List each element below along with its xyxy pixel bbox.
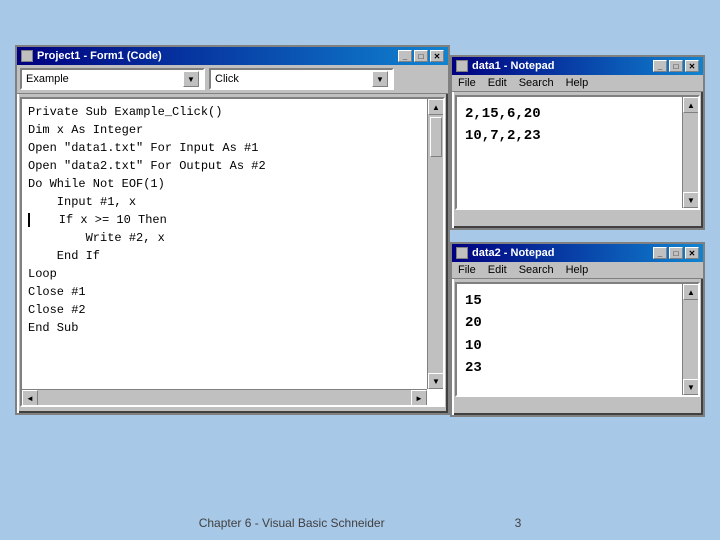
scroll-down-button[interactable]: ▼ [428, 373, 444, 389]
notepad1-maximize-button[interactable]: □ [669, 60, 683, 72]
notepad2-scroll-track [683, 300, 698, 379]
bottom-caption: Chapter 6 - Visual Basic Schneider 3 [0, 516, 720, 530]
notepad2-scrollbar[interactable]: ▲ ▼ [682, 284, 698, 395]
scroll-up-button[interactable]: ▲ [428, 99, 444, 115]
code-content: Private Sub Example_Click() Dim x As Int… [22, 99, 443, 341]
code-vscrollbar[interactable]: ▲ ▼ [427, 99, 443, 389]
notepad2-buttons: _ □ ✕ [653, 247, 699, 259]
notepad1-edit-menu[interactable]: Edit [488, 77, 507, 89]
notepad2-content-area: 15 20 10 23 ▲ ▼ [455, 282, 700, 397]
vb-titlebar: Project1 - Form1 (Code) _ □ ✕ [17, 47, 448, 65]
notepad1-buttons: _ □ ✕ [653, 60, 699, 72]
notepad2-title: data2 - Notepad [472, 247, 555, 259]
notepad2-text: 15 20 10 23 [457, 284, 698, 386]
notepad1-scroll-track [683, 113, 698, 192]
click-dropdown-arrow[interactable]: ▼ [372, 71, 388, 87]
example-dropdown-label: Example [26, 73, 69, 85]
vb-maximize-button[interactable]: □ [414, 50, 428, 62]
notepad2-edit-menu[interactable]: Edit [488, 264, 507, 276]
notepad1-search-menu[interactable]: Search [519, 77, 554, 89]
notepad2-file-menu[interactable]: File [458, 264, 476, 276]
notepad1-window: data1 - Notepad _ □ ✕ File Edit Search H… [450, 55, 705, 230]
titlebar-buttons: _ □ ✕ [398, 50, 444, 62]
vb-code-window: Project1 - Form1 (Code) _ □ ✕ Example ▼ … [15, 45, 450, 415]
notepad2-close-button[interactable]: ✕ [685, 247, 699, 259]
scroll-right-button[interactable]: ► [411, 390, 427, 406]
scroll-thumb[interactable] [430, 117, 442, 157]
caption-page: 3 [515, 516, 522, 530]
notepad2-maximize-button[interactable]: □ [669, 247, 683, 259]
scroll-left-button[interactable]: ◄ [22, 390, 38, 406]
notepad1-file-menu[interactable]: File [458, 77, 476, 89]
vb-close-button[interactable]: ✕ [430, 50, 444, 62]
click-dropdown[interactable]: Click ▼ [209, 68, 394, 90]
titlebar-left: Project1 - Form1 (Code) [21, 50, 162, 62]
notepad1-title: data1 - Notepad [472, 60, 555, 72]
notepad1-close-button[interactable]: ✕ [685, 60, 699, 72]
notepad2-help-menu[interactable]: Help [566, 264, 589, 276]
notepad1-scroll-down[interactable]: ▼ [683, 192, 699, 208]
vb-window-icon [21, 50, 33, 62]
notepad1-menubar: File Edit Search Help [452, 75, 703, 92]
example-dropdown[interactable]: Example ▼ [20, 68, 205, 90]
notepad1-minimize-button[interactable]: _ [653, 60, 667, 72]
vb-minimize-button[interactable]: _ [398, 50, 412, 62]
vb-title: Project1 - Form1 (Code) [37, 50, 162, 62]
caption-text: Chapter 6 - Visual Basic Schneider [199, 516, 385, 530]
notepad1-titlebar-left: data1 - Notepad [456, 60, 555, 72]
notepad2-minimize-button[interactable]: _ [653, 247, 667, 259]
click-dropdown-label: Click [215, 73, 239, 85]
notepad1-text: 2,15,6,20 10,7,2,23 [457, 97, 698, 154]
notepad2-titlebar-left: data2 - Notepad [456, 247, 555, 259]
vb-toolbar: Example ▼ Click ▼ [17, 65, 448, 94]
code-area: Private Sub Example_Click() Dim x As Int… [20, 97, 445, 407]
notepad2-scroll-down[interactable]: ▼ [683, 379, 699, 395]
example-dropdown-arrow[interactable]: ▼ [183, 71, 199, 87]
notepad1-scroll-up[interactable]: ▲ [683, 97, 699, 113]
notepad1-content-area: 2,15,6,20 10,7,2,23 ▲ ▼ [455, 95, 700, 210]
notepad1-icon [456, 60, 468, 72]
cursor-line: If x >= 10 Then [28, 213, 167, 227]
notepad2-scroll-up[interactable]: ▲ [683, 284, 699, 300]
notepad2-menubar: File Edit Search Help [452, 262, 703, 279]
notepad2-search-menu[interactable]: Search [519, 264, 554, 276]
notepad2-titlebar: data2 - Notepad _ □ ✕ [452, 244, 703, 262]
notepad2-window: data2 - Notepad _ □ ✕ File Edit Search H… [450, 242, 705, 417]
notepad1-titlebar: data1 - Notepad _ □ ✕ [452, 57, 703, 75]
notepad1-scrollbar[interactable]: ▲ ▼ [682, 97, 698, 208]
notepad2-icon [456, 247, 468, 259]
notepad1-help-menu[interactable]: Help [566, 77, 589, 89]
code-hscrollbar[interactable]: ◄ ► [22, 389, 427, 405]
